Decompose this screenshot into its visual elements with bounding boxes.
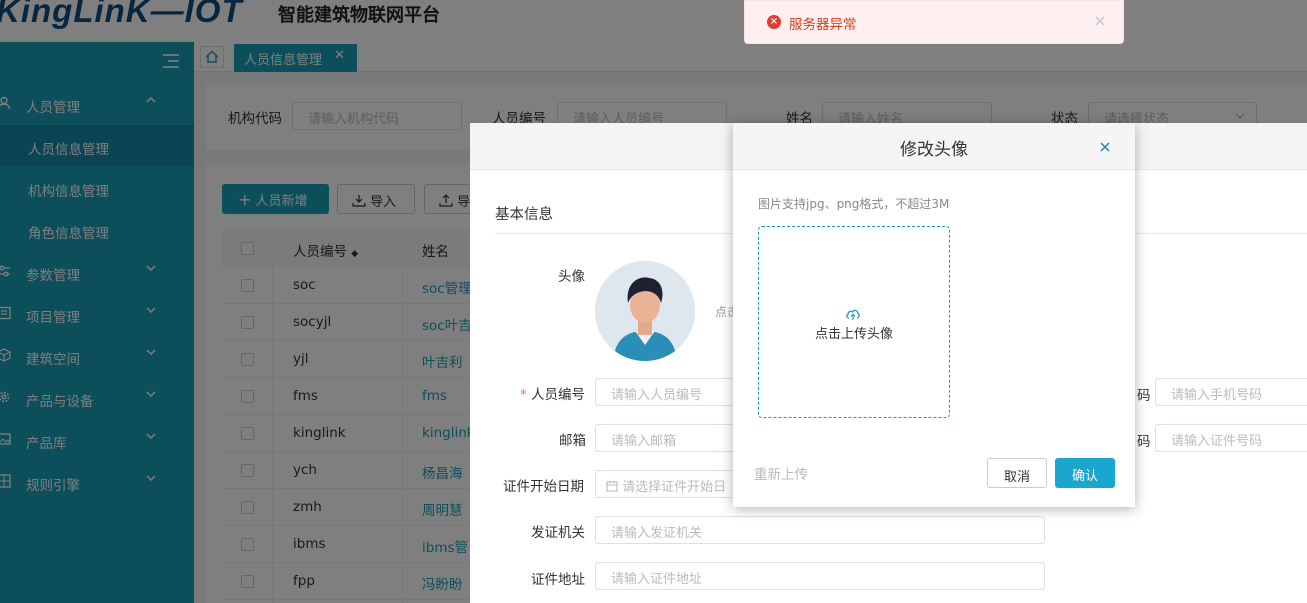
section-title: 基本信息 — [495, 207, 553, 223]
error-icon: × — [767, 15, 781, 29]
person-id-label: * 人员编号 — [520, 387, 586, 403]
change-avatar-modal: 修改头像 图片支持jpg、png格式，不超过3M 点击上传头像 重新上传 取消 … — [733, 123, 1135, 507]
cert-no-label: 码 — [1137, 434, 1151, 450]
avatar-label: 头像 — [558, 269, 585, 285]
email-label: 邮箱 — [559, 433, 586, 449]
issuer-field[interactable]: 请输入发证机关 — [595, 516, 1045, 544]
upload-hint: 图片支持jpg、png格式，不超过3M — [758, 197, 950, 211]
cert-start-label: 证件开始日期 — [503, 479, 584, 495]
cert-address-label: 证件地址 — [531, 572, 585, 588]
calendar-icon — [606, 481, 618, 492]
close-icon[interactable] — [1098, 140, 1112, 154]
phone-field[interactable]: 请输入手机号码 — [1155, 378, 1307, 406]
avatar-upload-area[interactable]: 点击上传头像 — [758, 226, 950, 418]
issuer-label: 发证机关 — [531, 525, 585, 541]
close-icon[interactable] — [1094, 15, 1106, 27]
person-id-field[interactable]: 请输入人员编号 — [595, 378, 735, 406]
cert-no-field[interactable]: 请输入证件号码 — [1155, 424, 1307, 452]
confirm-button[interactable]: 确认 — [1055, 458, 1115, 488]
cert-address-field[interactable]: 请输入证件地址 — [595, 562, 1045, 590]
toast-message: 服务器异常 — [789, 17, 857, 33]
error-toast: × 服务器异常 — [744, 0, 1124, 44]
reupload-button[interactable]: 重新上传 — [754, 463, 808, 483]
person-id-label-text: 人员编号 — [531, 387, 586, 403]
email-field[interactable]: 请输入邮箱 — [595, 424, 735, 452]
cert-start-date-picker[interactable]: 请选择证件开始日 — [595, 470, 735, 498]
modal-title: 修改头像 — [900, 140, 968, 160]
upload-label: 点击上传头像 — [814, 327, 893, 342]
cancel-button[interactable]: 取消 — [987, 458, 1047, 488]
cert-start-placeholder: 请选择证件开始日 — [622, 480, 727, 495]
cloud-upload-icon — [846, 309, 860, 320]
phone-label: 码 — [1137, 388, 1151, 404]
avatar[interactable] — [595, 261, 695, 361]
